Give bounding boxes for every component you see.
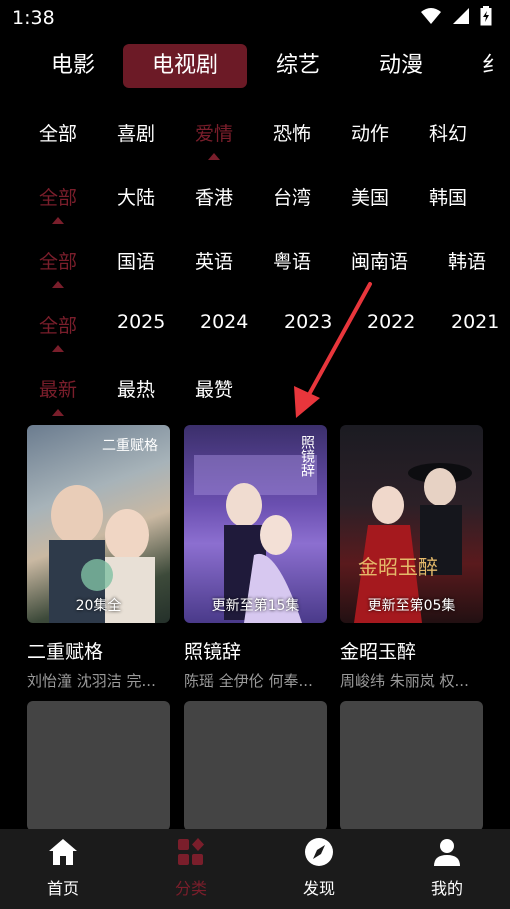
year-chip-2025[interactable]: 2025 [117, 311, 165, 333]
show-poster[interactable]: 二重赋格 20集全 [27, 425, 170, 623]
show-actors: 刘怡潼 沈羽洁 完... [27, 672, 156, 690]
category-tab-variety[interactable]: 综艺 [265, 44, 331, 88]
show-poster[interactable]: 金昭玉醉 更新至第05集 [340, 425, 483, 623]
show-title[interactable]: 二重赋格 [27, 637, 170, 664]
signal-icon [453, 8, 469, 24]
show-card[interactable]: 照镜辞 更新至第15集 照镜辞 陈瑶 全伊伦 何奉... [184, 425, 327, 691]
year-chip-2022[interactable]: 2022 [367, 311, 415, 333]
tab-profile[interactable]: 我的 [407, 837, 487, 899]
show-card[interactable]: 二重赋格 20集全 二重赋格 刘怡潼 沈羽洁 完... [27, 425, 170, 691]
region-chip-mainland[interactable]: 大陆 [117, 183, 155, 210]
show-title[interactable]: 金昭玉醉 [340, 637, 483, 664]
language-chip-english[interactable]: 英语 [195, 247, 233, 274]
tab-discover[interactable]: 发现 [279, 837, 359, 899]
region-chip-korea[interactable]: 韩国 [429, 183, 467, 210]
status-bar: 1:38 [0, 0, 510, 36]
year-chip-2024[interactable]: 2024 [200, 311, 248, 333]
region-chip-taiwan[interactable]: 台湾 [273, 183, 311, 210]
region-chip-all[interactable]: 全部 [39, 183, 77, 224]
show-actors: 周峻纬 朱丽岚 权... [340, 672, 469, 690]
bottom-tab-bar: 首页 分类 发现 我的 [0, 829, 510, 909]
region-chip-usa[interactable]: 美国 [351, 183, 389, 210]
home-icon [49, 839, 77, 865]
tab-home[interactable]: 首页 [23, 837, 103, 899]
category-tab-more[interactable]: 纟 [474, 44, 510, 88]
year-filter-row: 全部 2025 2024 2023 2022 2021 [0, 311, 510, 355]
show-actors: 陈瑶 全伊伦 何奉... [184, 672, 313, 690]
tab-label: 分类 [174, 879, 207, 898]
year-chip-2023[interactable]: 2023 [284, 311, 332, 333]
year-chip-all[interactable]: 全部 [39, 311, 77, 352]
poster-placeholder [184, 701, 327, 831]
tab-label: 首页 [46, 879, 79, 898]
battery-icon [480, 6, 492, 26]
sort-filter-row: 最新 最热 最赞 [0, 375, 510, 416]
category-tab-movie[interactable]: 电影 [40, 44, 106, 88]
category-tabs: 电影 电视剧 综艺 动漫 纟 [0, 44, 510, 90]
language-chip-all[interactable]: 全部 [39, 247, 77, 288]
language-filter-row: 全部 国语 英语 粤语 闽南语 韩语 [0, 247, 510, 288]
sort-chip-hottest[interactable]: 最热 [117, 375, 155, 402]
sort-chip-latest[interactable]: 最新 [39, 375, 77, 416]
compass-icon [305, 838, 333, 866]
language-chip-mandarin[interactable]: 国语 [117, 247, 155, 274]
status-icons [420, 6, 492, 26]
episode-badge: 20集全 [75, 598, 122, 614]
genre-chip-scifi[interactable]: 科幻 [429, 119, 467, 146]
genre-chip-comedy[interactable]: 喜剧 [117, 119, 155, 146]
show-title[interactable]: 照镜辞 [184, 637, 327, 664]
language-chip-korean[interactable]: 韩语 [448, 247, 486, 274]
wifi-icon [421, 8, 441, 24]
tab-label: 发现 [302, 879, 335, 898]
status-time: 1:38 [12, 7, 55, 29]
show-card[interactable]: 金昭玉醉 更新至第05集 金昭玉醉 周峻纬 朱丽岚 权... [340, 425, 483, 691]
episode-badge: 更新至第05集 [367, 598, 456, 614]
show-poster[interactable]: 照镜辞 更新至第15集 [184, 425, 327, 623]
year-chip-2021[interactable]: 2021 [451, 311, 499, 333]
genre-chip-romance[interactable]: 爱情 [195, 119, 233, 160]
language-chip-cantonese[interactable]: 粤语 [273, 247, 311, 274]
episode-badge: 更新至第15集 [211, 598, 300, 614]
tab-category[interactable]: 分类 [151, 837, 231, 899]
poster-placeholder [27, 701, 170, 831]
genre-chip-all[interactable]: 全部 [39, 119, 77, 146]
user-icon [434, 839, 460, 866]
category-grid-icon [178, 838, 204, 865]
poster-text: 金昭玉醉 [358, 555, 438, 579]
category-tab-tv[interactable]: 电视剧 [123, 44, 247, 88]
region-chip-hongkong[interactable]: 香港 [195, 183, 233, 210]
category-tab-anime[interactable]: 动漫 [368, 44, 434, 88]
poster-text: 二重赋格 [102, 438, 158, 454]
poster-placeholder [340, 701, 483, 831]
region-filter-row: 全部 大陆 香港 台湾 美国 韩国 [0, 183, 510, 224]
genre-filter-row: 全部 喜剧 爱情 恐怖 动作 科幻 [0, 119, 510, 160]
poster-text: 照镜辞 [299, 435, 315, 477]
genre-chip-action[interactable]: 动作 [351, 119, 389, 146]
poster-art [354, 463, 472, 623]
language-chip-minnan[interactable]: 闽南语 [351, 247, 408, 274]
genre-chip-horror[interactable]: 恐怖 [273, 119, 311, 146]
tab-label: 我的 [430, 879, 463, 898]
sort-chip-top-rated[interactable]: 最赞 [195, 375, 233, 402]
